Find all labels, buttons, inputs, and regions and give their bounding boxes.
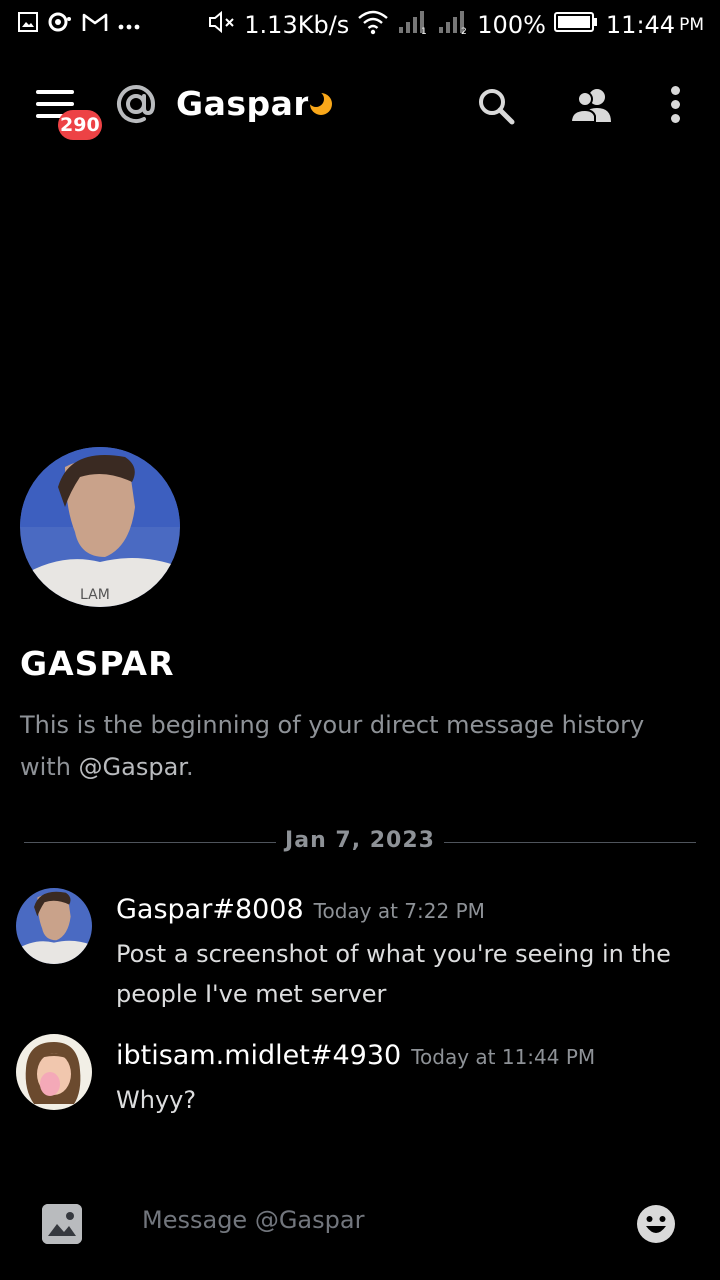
author-name[interactable]: Gaspar#8008 [116, 894, 304, 925]
signal-sim2-icon: 2 [437, 9, 469, 41]
notification-icons [18, 10, 140, 38]
discord-notification-icon [48, 11, 72, 37]
gallery-notification-icon [18, 12, 38, 36]
message-author[interactable]: ibtisam.midlet#4930 Today at 11:44 PM [116, 1040, 595, 1071]
signal-sim1-icon: 1 [397, 9, 429, 41]
mute-icon [208, 10, 236, 40]
message-timestamp: Today at 11:44 PM [411, 1045, 596, 1069]
members-icon[interactable] [569, 86, 615, 130]
message-composer: Message @Gaspar [0, 1180, 720, 1270]
more-notifications-icon [118, 15, 140, 34]
image-icon [42, 1204, 82, 1244]
intro-text-suffix: . [185, 753, 194, 781]
emoji-icon[interactable] [636, 1204, 676, 1248]
clock: 11:44 [605, 11, 676, 39]
notification-badge: 290 [58, 110, 102, 140]
svg-text:1: 1 [421, 27, 427, 35]
network-speed: 1.13Kb/s [244, 11, 350, 39]
channel-title: Gaspar [176, 84, 311, 123]
status-bar: 1.13Kb/s 1 2 100% 11:44 PM [0, 0, 720, 50]
date-divider: Jan 7, 2023 [24, 828, 696, 860]
more-options-icon[interactable] [670, 86, 682, 124]
clock-ampm: PM [679, 15, 704, 35]
app-header: 290 Gaspar [0, 70, 720, 140]
at-icon [114, 82, 158, 130]
gmail-icon [82, 12, 108, 36]
profile-avatar[interactable]: LAM [20, 447, 180, 607]
divider-date: Jan 7, 2023 [285, 828, 435, 853]
message-text: Whyy? [116, 1086, 197, 1114]
author-name[interactable]: ibtisam.midlet#4930 [116, 1040, 401, 1071]
wifi-icon [357, 9, 389, 41]
attach-image-button[interactable] [42, 1204, 82, 1244]
message-text: Post a screenshot of what you're seeing … [116, 940, 671, 1008]
dm-intro-text: This is the beginning of your direct mes… [20, 704, 700, 788]
message-timestamp: Today at 7:22 PM [313, 899, 485, 923]
svg-text:2: 2 [461, 27, 467, 35]
user-mention[interactable]: @Gaspar [79, 753, 186, 781]
message-author[interactable]: Gaspar#8008 Today at 7:22 PM [116, 894, 485, 925]
message-input[interactable]: Message @Gaspar [142, 1206, 364, 1234]
idle-status-icon [308, 91, 334, 121]
dm-screen: 1.13Kb/s 1 2 100% 11:44 PM 290 Gaspar LA… [0, 0, 720, 1280]
battery-percent: 100% [477, 11, 546, 39]
avatar[interactable] [16, 1034, 92, 1110]
svg-text:LAM: LAM [80, 587, 110, 603]
battery-icon [553, 11, 598, 39]
profile-name: GASPAR [20, 644, 175, 683]
search-icon[interactable] [476, 86, 516, 130]
divider-line-right [444, 842, 696, 843]
avatar[interactable] [16, 888, 92, 964]
system-status: 1.13Kb/s 1 2 100% 11:44 PM [208, 8, 704, 42]
